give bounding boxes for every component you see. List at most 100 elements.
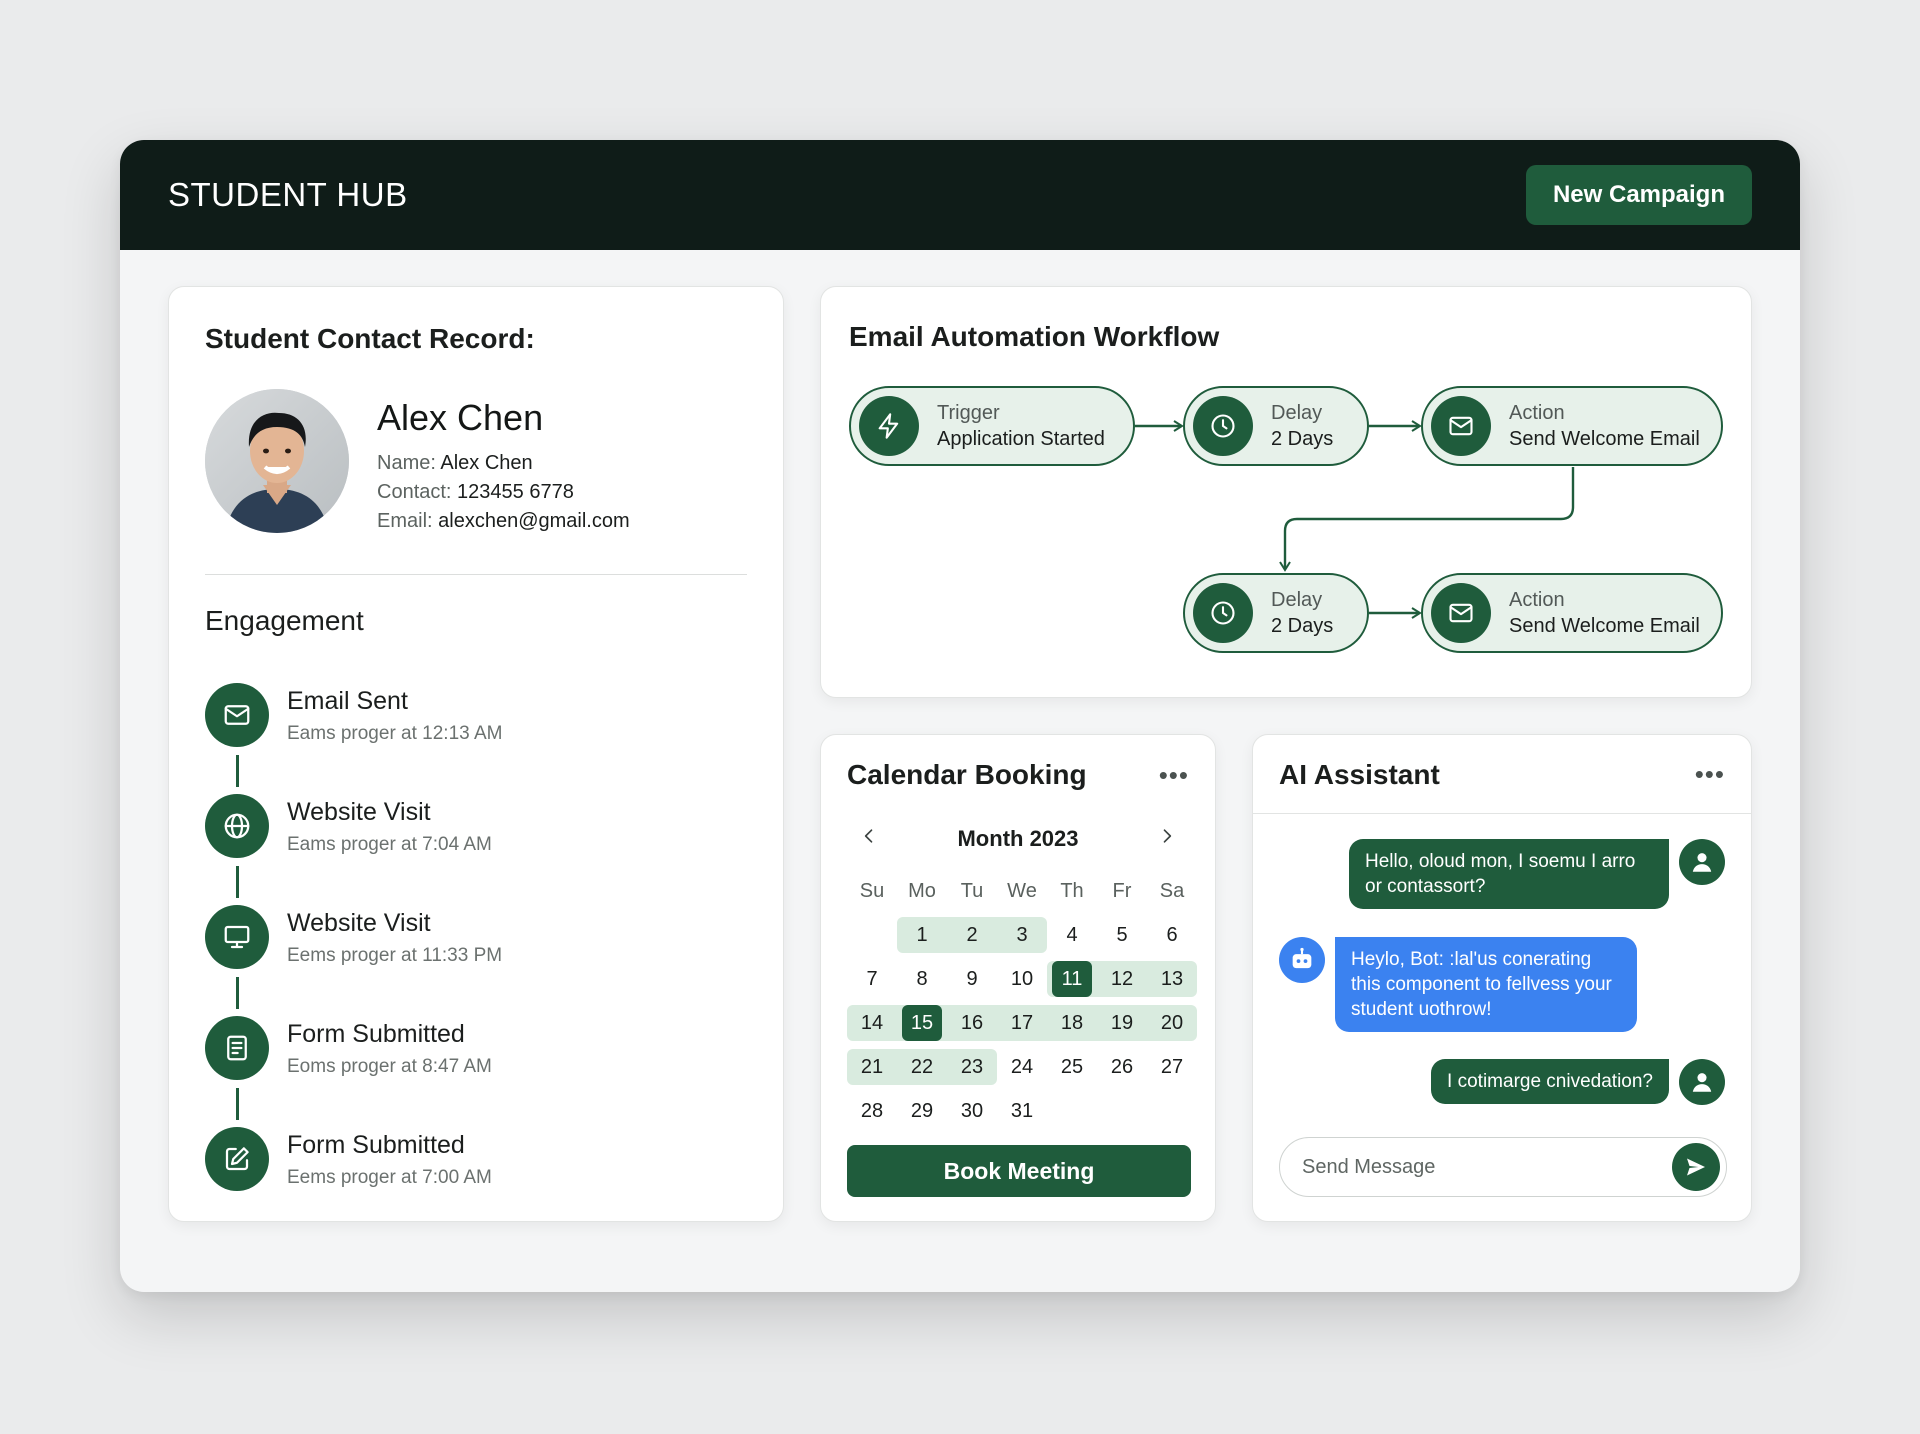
workflow-node-action[interactable]: Action Send Welcome Email	[1421, 386, 1723, 466]
profile-block: Alex Chen Name: Alex Chen Contact: 12345…	[205, 389, 747, 536]
clock-icon	[1193, 396, 1253, 456]
field-contact: Contact: 123455 6778	[377, 481, 574, 503]
calendar-day[interactable]: 1	[897, 917, 947, 953]
workflow-node-action[interactable]: Action Send Welcome Email	[1421, 573, 1723, 653]
calendar-day[interactable]: 5	[1097, 917, 1147, 953]
calendar-day[interactable]: 3	[997, 917, 1047, 953]
user-avatar-icon	[1679, 1059, 1725, 1105]
calendar-day[interactable]: 6	[1147, 917, 1197, 953]
calendar-day[interactable]: 26	[1097, 1049, 1147, 1085]
document-icon	[205, 1016, 269, 1080]
node-kind: Action	[1509, 589, 1565, 611]
calendar-day[interactable]: 9	[947, 961, 997, 997]
student-avatar	[205, 389, 349, 533]
calendar-day[interactable]: 4	[1047, 917, 1097, 953]
timeline-item[interactable]: Form Submitted Eems proger at 7:00 AM	[205, 1127, 747, 1207]
timeline-title: Website Visit	[287, 798, 431, 826]
message-input[interactable]	[1302, 1155, 1672, 1179]
timeline-subtitle: Eems proger at 7:00 AM	[287, 1167, 492, 1188]
workflow-arrow	[1279, 467, 1575, 572]
weekday-label: Tu	[960, 879, 984, 902]
calendar-day[interactable]: 22	[897, 1049, 947, 1085]
timeline-title: Email Sent	[287, 687, 408, 715]
weekday-label: We	[1007, 879, 1037, 902]
calendar-day[interactable]: 24	[997, 1049, 1047, 1085]
workflow-node-delay[interactable]: Delay 2 Days	[1183, 573, 1369, 653]
calendar-day[interactable]: 29	[897, 1093, 947, 1129]
ai-assistant-card: AI Assistant ••• Hello, oloud mon, I soe…	[1252, 734, 1752, 1222]
calendar-day[interactable]: 28	[847, 1093, 897, 1129]
calendar-day[interactable]: 11	[1047, 961, 1097, 997]
month-navigator: Month 2023	[847, 825, 1189, 853]
timeline-connector	[236, 1088, 239, 1120]
calendar-day[interactable]: 31	[997, 1093, 1047, 1129]
weekday-label: Sa	[1159, 879, 1185, 902]
timeline-title: Form Submitted	[287, 1020, 465, 1048]
more-options-icon[interactable]: •••	[1695, 761, 1725, 787]
more-options-icon[interactable]: •••	[1159, 762, 1189, 788]
node-label: 2 Days	[1271, 428, 1334, 450]
new-campaign-button[interactable]: New Campaign	[1525, 165, 1752, 225]
month-label: Month 2023	[957, 826, 1079, 851]
calendar-day[interactable]: 10	[997, 961, 1047, 997]
timeline-item[interactable]: Website Visit Eems proger at 11:33 PM	[205, 905, 747, 1016]
timeline-subtitle: Eams proger at 12:13 AM	[287, 723, 503, 744]
calendar-day[interactable]: 13	[1147, 961, 1197, 997]
edit-icon	[205, 1127, 269, 1191]
timeline-item[interactable]: Form Submitted Eoms proger at 8:47 AM	[205, 1016, 747, 1127]
node-label: 2 Days	[1271, 615, 1334, 637]
calendar-day[interactable]: 7	[847, 961, 897, 997]
node-label: Application Started	[937, 428, 1105, 450]
chevron-left-icon[interactable]	[857, 825, 881, 853]
weekday-label: Th	[1060, 879, 1084, 902]
timeline-item[interactable]: Website Visit Eams proger at 7:04 AM	[205, 794, 747, 905]
chat-message-user: Hello, oloud mon, I soemu I arro or cont…	[1349, 839, 1725, 909]
user-avatar-icon	[1679, 839, 1725, 885]
weekday-label: Su	[859, 879, 885, 902]
calendar-day[interactable]: 12	[1097, 961, 1147, 997]
timeline-connector	[236, 866, 239, 898]
workflow-node-trigger[interactable]: Trigger Application Started	[849, 386, 1135, 466]
node-kind: Trigger	[937, 402, 1000, 424]
calendar-day[interactable]: 21	[847, 1049, 897, 1085]
calendar-day[interactable]: 30	[947, 1093, 997, 1129]
calendar-day[interactable]: 18	[1047, 1005, 1097, 1041]
timeline-item[interactable]: Email Sent Eams proger at 12:13 AM	[205, 683, 747, 794]
contact-card-title: Student Contact Record:	[205, 323, 535, 354]
calendar-booking-card: Calendar Booking ••• Month 2023 Su Mo Tu We…	[820, 734, 1216, 1222]
calendar-day[interactable]: 20	[1147, 1005, 1197, 1041]
book-meeting-button[interactable]: Book Meeting	[847, 1145, 1191, 1197]
weekday-label: Mo	[908, 879, 936, 902]
send-button[interactable]	[1672, 1143, 1720, 1191]
calendar-empty-cell	[847, 913, 897, 957]
lightning-icon	[859, 396, 919, 456]
assistant-title: AI Assistant	[1279, 759, 1440, 790]
send-icon	[1687, 1158, 1705, 1176]
calendar-day[interactable]: 16	[947, 1005, 997, 1041]
bot-avatar-icon	[1279, 937, 1325, 983]
timeline-connector	[236, 755, 239, 787]
student-name: Alex Chen	[377, 397, 544, 438]
top-bar: STUDENT HUB New Campaign	[120, 140, 1800, 250]
calendar-day[interactable]: 23	[947, 1049, 997, 1085]
chat-message-bot: Heylo, Bot: :lal'us conerating this comp…	[1279, 937, 1637, 1032]
calendar-day[interactable]: 14	[847, 1005, 897, 1041]
timeline-subtitle: Eoms proger at 8:47 AM	[287, 1056, 492, 1077]
calendar-day[interactable]: 19	[1097, 1005, 1147, 1041]
chevron-right-icon[interactable]	[1155, 825, 1179, 853]
calendar-day[interactable]: 2	[947, 917, 997, 953]
clock-icon	[1193, 583, 1253, 643]
calendar-day[interactable]: 25	[1047, 1049, 1097, 1085]
timeline-subtitle: Eems proger at 11:33 PM	[287, 945, 503, 966]
calendar-day[interactable]: 17	[997, 1005, 1047, 1041]
calendar-day[interactable]: 15	[897, 1005, 947, 1041]
calendar-title: Calendar Booking	[847, 759, 1087, 790]
node-label: Send Welcome Email	[1509, 428, 1700, 450]
timeline-title: Form Submitted	[287, 1131, 465, 1159]
calendar-day[interactable]: 8	[897, 961, 947, 997]
chat-message-user: I cotimarge cnivedation?	[1431, 1059, 1725, 1105]
calendar-day[interactable]: 27	[1147, 1049, 1197, 1085]
workflow-node-delay[interactable]: Delay 2 Days	[1183, 386, 1369, 466]
field-email: Email: alexchen@gmail.com	[377, 510, 630, 532]
globe-icon	[205, 794, 269, 858]
